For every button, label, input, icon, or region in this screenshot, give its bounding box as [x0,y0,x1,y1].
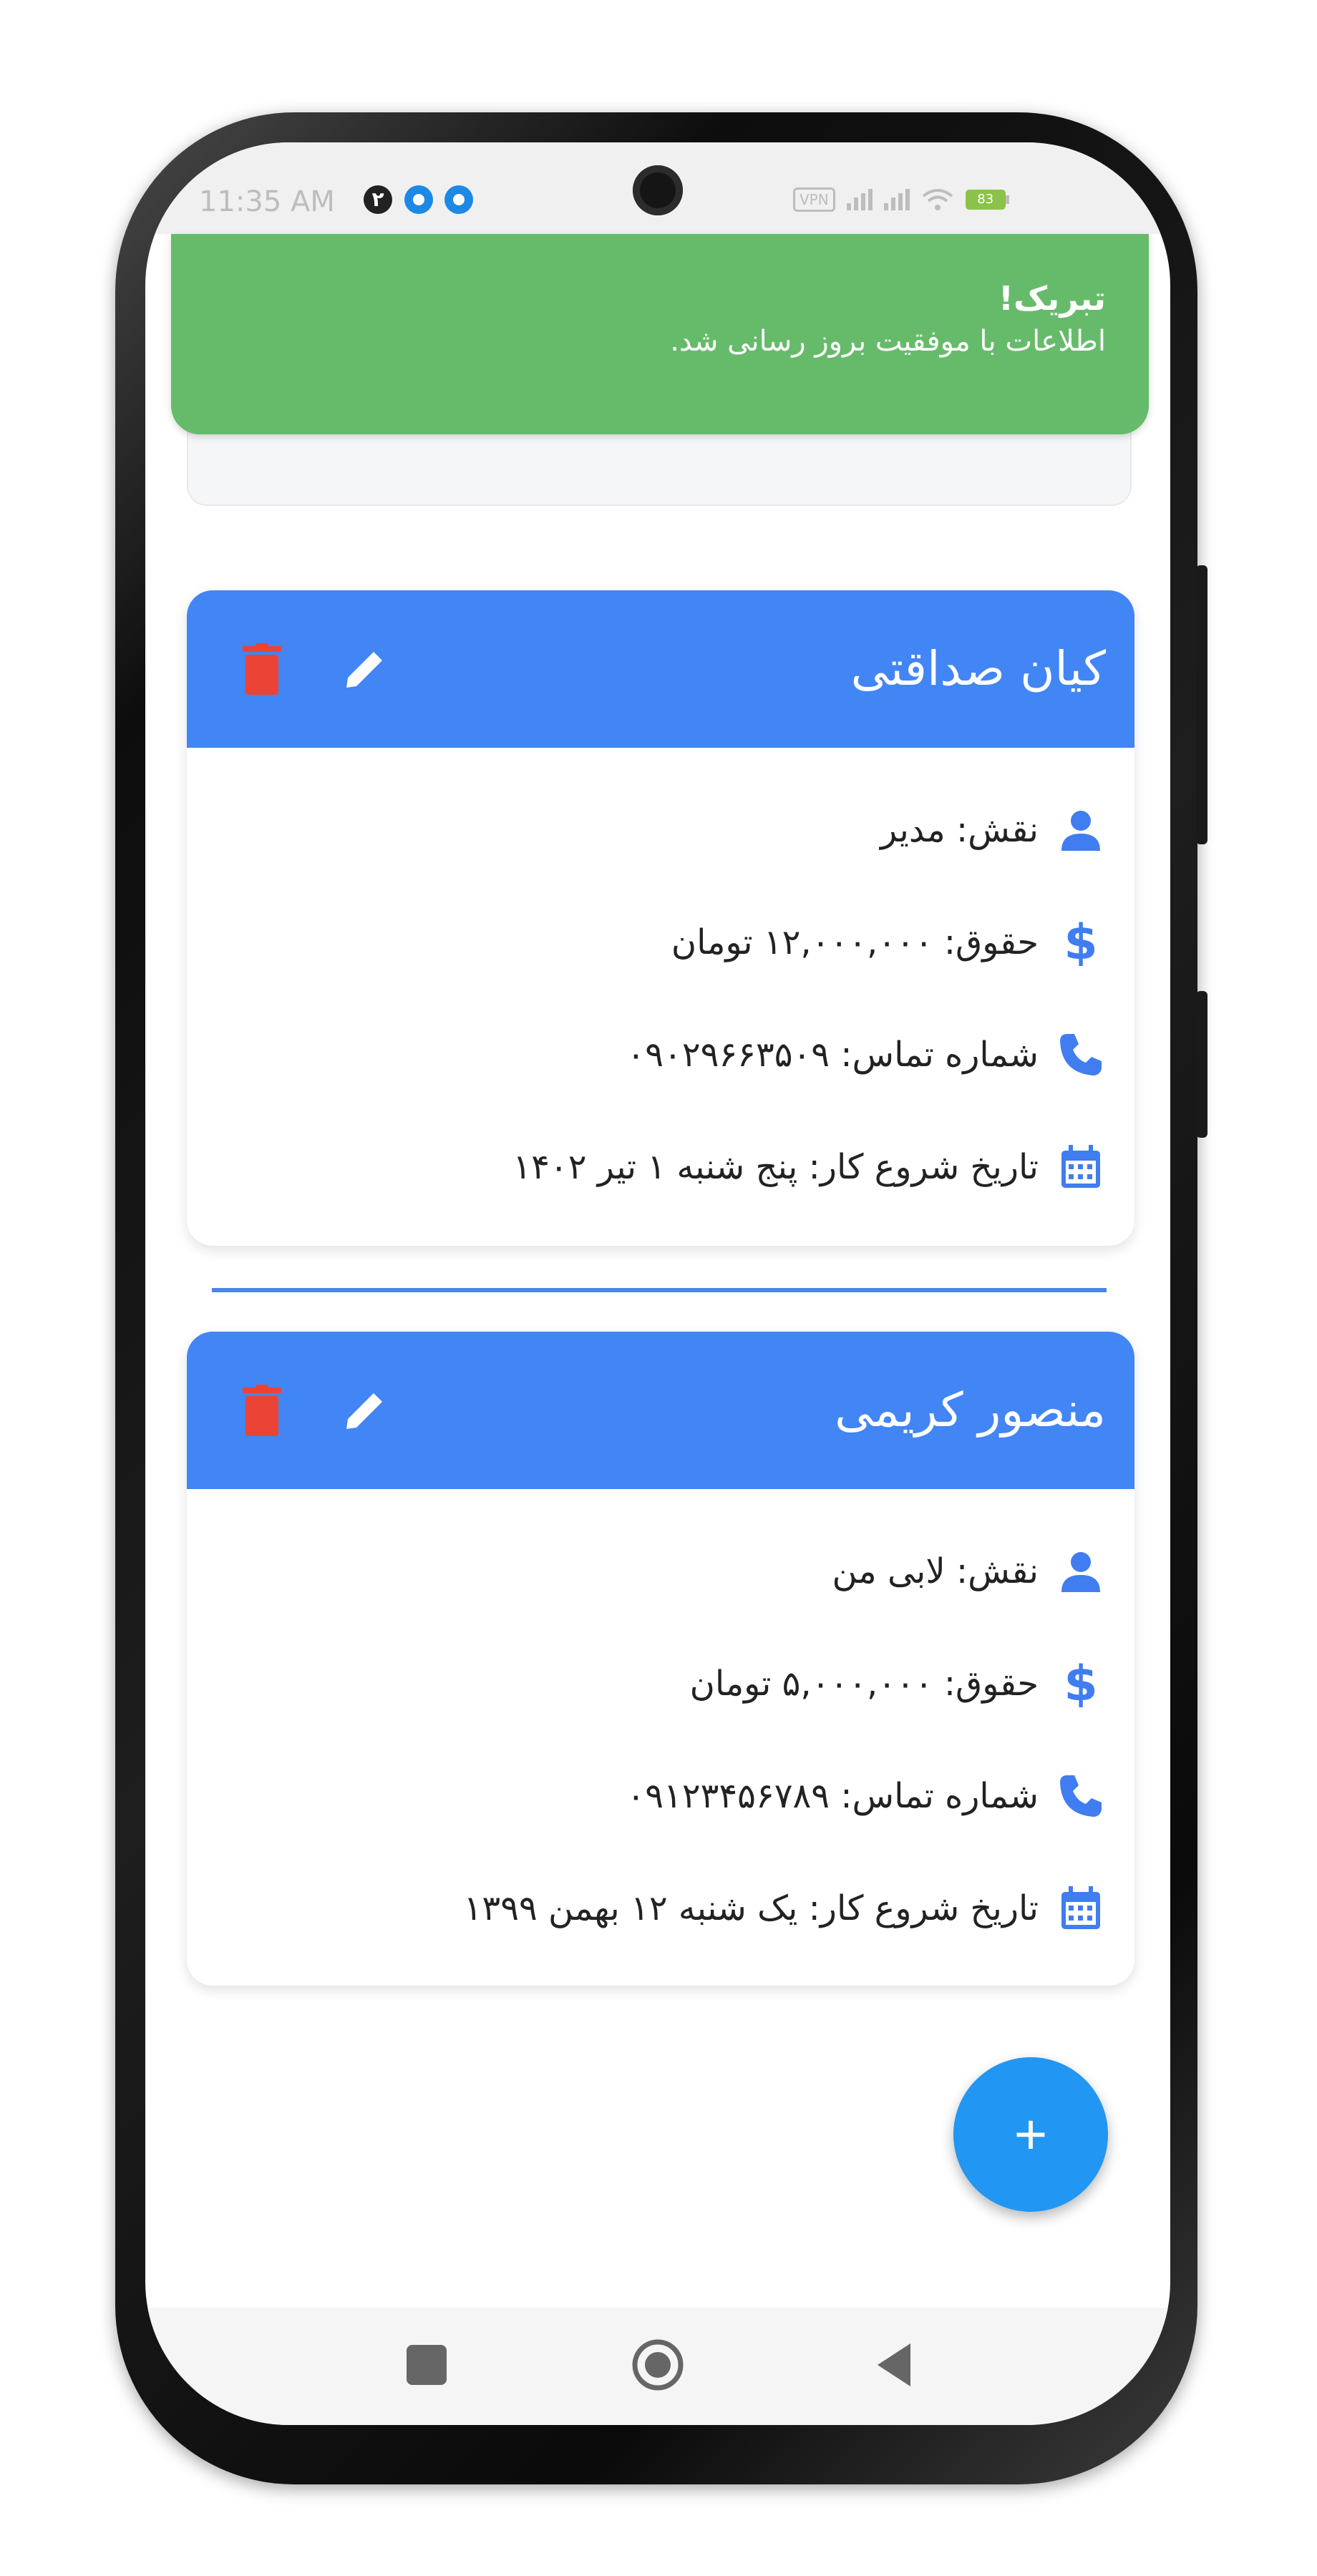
status-icons: VPN 83 [793,184,1009,215]
app-notification-icon [444,185,473,214]
status-time: 11:35 AM [199,185,335,218]
phone-text: شماره تماس: ۰۹۰۲۹۶۶۳۵۰۹ [626,1035,1039,1075]
system-nav-bar [145,2308,1170,2425]
phone-text: شماره تماس: ۰۹۱۲۳۴۵۶۷۸۹ [626,1776,1039,1816]
toast-message: اطلاعات با موفقیت بروز رسانی شد. [670,325,1106,358]
calendar-icon [1056,1142,1106,1192]
role-text: نقش: مدیر [880,810,1039,850]
pencil-icon[interactable] [342,1387,388,1433]
salary-text: حقوق: ۱۲,۰۰۰,۰۰۰ تومان [671,922,1039,962]
card-header: منصور کریمی [187,1332,1134,1489]
card-divider [212,1288,1107,1292]
battery-icon: 83 [965,190,1009,210]
role-row: نقش: لابی من [832,1539,1106,1604]
power-button [1196,991,1207,1138]
trash-icon[interactable] [243,643,281,695]
date-row: تاریخ شروع کار: یک شنبه ۱۲ بهمن ۱۳۹۹ [464,1876,1106,1941]
success-toast[interactable]: تبریک! اطلاعات با موفقیت بروز رسانی شد. [171,234,1149,434]
dollar-icon: $ [1056,917,1106,967]
svg-text:$: $ [1066,917,1095,967]
salary-row: $ حقوق: ۵,۰۰۰,۰۰۰ تومان [690,1652,1106,1716]
employee-name: منصور کریمی [835,1382,1106,1438]
dollar-icon: $ [1056,1659,1106,1709]
signal-icon [846,189,873,210]
recent-apps-icon[interactable] [398,2336,455,2394]
employee-card: منصور کریمی نقش: لابی من $ حقوق: ۵,۰۰۰,۰… [187,1332,1134,1986]
front-camera [633,165,683,215]
plus-icon: + [1014,2102,1048,2166]
salary-text: حقوق: ۵,۰۰۰,۰۰۰ تومان [689,1664,1039,1704]
toast-title: تبریک! [998,279,1106,318]
employee-name: کیان صداقتی [850,641,1106,696]
start-date-text: تاریخ شروع کار: پنج شنبه ۱ تیر ۱۴۰۲ [512,1147,1039,1187]
phone-icon [1056,1771,1106,1821]
vpn-icon: VPN [793,187,835,212]
back-icon[interactable] [868,2336,925,2394]
date-row: تاریخ شروع کار: پنج شنبه ۱ تیر ۱۴۰۲ [512,1135,1106,1199]
pencil-icon[interactable] [342,646,388,692]
svg-text:$: $ [1066,1659,1095,1709]
wifi-icon [922,189,953,210]
signal-icon [883,189,910,210]
employee-card: کیان صداقتی نقش: مدیر $ حقوق: ۱۲,۰۰۰,۰۰۰… [187,590,1134,1246]
trash-icon[interactable] [243,1385,281,1436]
phone-row: شماره تماس: ۰۹۰۲۹۶۶۳۵۰۹ [626,1023,1106,1087]
person-icon [1056,1546,1106,1596]
phone-icon [1056,1030,1106,1080]
salary-row: $ حقوق: ۱۲,۰۰۰,۰۰۰ تومان [671,910,1106,975]
status-bar: 11:35 AM ۲ VPN 83 [145,142,1170,234]
calendar-icon [1056,1883,1106,1933]
home-icon[interactable] [629,2336,686,2394]
app-notification-icon [404,185,433,214]
role-row: نقش: مدیر [880,798,1106,862]
phone-screen: 11:35 AM ۲ VPN 83 تبریک! اطلاعات با موفق… [145,142,1170,2425]
role-text: نقش: لابی من [832,1551,1039,1591]
person-icon [1056,805,1106,855]
add-employee-button[interactable]: + [953,2057,1108,2212]
notification-badge-icon: ۲ [364,185,392,214]
start-date-text: تاریخ شروع کار: یک شنبه ۱۲ بهمن ۱۳۹۹ [463,1888,1039,1928]
phone-row: شماره تماس: ۰۹۱۲۳۴۵۶۷۸۹ [626,1764,1106,1828]
card-header: کیان صداقتی [187,590,1134,748]
volume-button [1196,565,1207,844]
